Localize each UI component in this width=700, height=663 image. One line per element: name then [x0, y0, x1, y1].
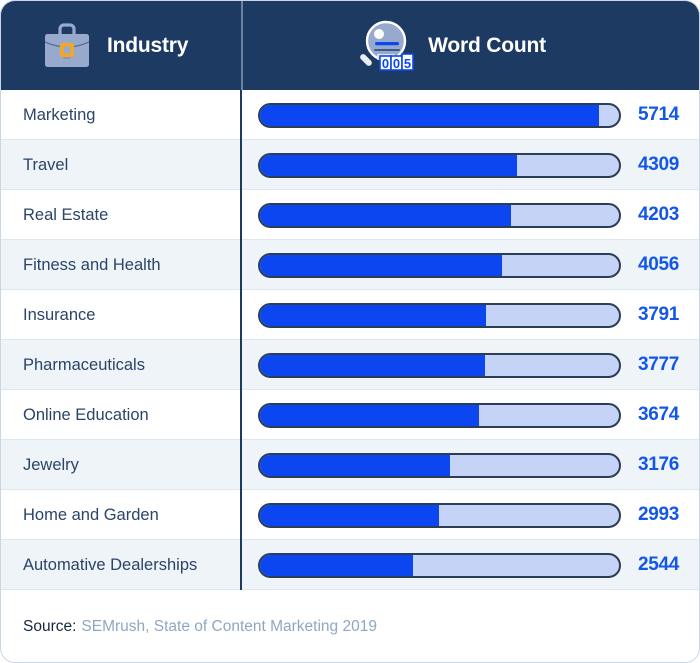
word-count-bar-cell: 3777	[241, 352, 699, 378]
table-row: Marketing 5714	[1, 90, 699, 140]
industry-label: Home and Garden	[23, 505, 159, 524]
word-count-value: 2993	[638, 504, 680, 525]
bar-track	[258, 252, 621, 278]
bar-track	[258, 102, 621, 128]
bar-fill	[260, 104, 600, 126]
svg-text:0: 0	[382, 56, 389, 71]
bar-fill	[260, 504, 440, 526]
word-count-value: 4056	[638, 254, 680, 275]
column-divider	[240, 90, 242, 590]
header-label-word-count: Word Count	[428, 33, 546, 57]
word-count-value: 5714	[638, 104, 680, 125]
bar-fill	[260, 554, 414, 576]
bar-track	[258, 352, 621, 378]
table-header: Industry 0 0 5 Word Count	[1, 1, 699, 90]
industry-label: Insurance	[23, 305, 96, 324]
word-count-bar-cell: 3674	[241, 402, 699, 428]
word-count-bar-cell: 5714	[241, 102, 699, 128]
word-count-value: 3674	[638, 404, 680, 425]
table-row: Online Education 3674	[1, 390, 699, 440]
svg-text:5: 5	[404, 56, 411, 71]
word-count-chart-card: Industry 0 0 5 Word Count Marketing 5714…	[0, 0, 700, 663]
magnifier-word-counter-icon: 0 0 5	[354, 18, 414, 74]
table-row: Jewelry 3176	[1, 440, 699, 490]
table-row: Travel 4309	[1, 140, 699, 190]
bar-fill	[260, 254, 502, 276]
word-count-bar-cell: 4309	[241, 152, 699, 178]
table-row: Home and Garden 2993	[1, 490, 699, 540]
table-row: Real Estate 4203	[1, 190, 699, 240]
industry-label: Fitness and Health	[23, 255, 161, 274]
word-count-value: 4203	[638, 204, 680, 225]
industry-label: Real Estate	[23, 205, 109, 224]
source-label: Source:	[23, 617, 77, 635]
industry-label: Marketing	[23, 105, 96, 124]
bar-fill	[260, 204, 511, 226]
table-row: Pharmaceuticals 3777	[1, 340, 699, 390]
word-count-bar-cell: 2544	[241, 552, 699, 578]
briefcase-icon	[41, 21, 93, 71]
industry-label: Automative Dealerships	[23, 555, 198, 574]
bar-fill	[260, 454, 450, 476]
word-count-bar-cell: 4056	[241, 252, 699, 278]
data-rows: Marketing 5714 Travel 4309 Real Estate 4203 Fi…	[1, 90, 699, 590]
word-count-bar-cell: 3791	[241, 302, 699, 328]
bar-fill	[260, 304, 487, 326]
header-cell-industry: Industry	[1, 1, 241, 90]
industry-label: Pharmaceuticals	[23, 355, 145, 374]
word-count-value: 4309	[638, 154, 680, 175]
word-count-value: 3176	[638, 454, 680, 475]
header-cell-word-count: 0 0 5 Word Count	[241, 1, 699, 90]
bar-fill	[260, 154, 517, 176]
word-count-bar-cell: 2993	[241, 502, 699, 528]
bar-track	[258, 152, 621, 178]
svg-text:0: 0	[393, 56, 400, 71]
bar-track	[258, 452, 621, 478]
bar-track	[258, 302, 621, 328]
word-count-value: 3777	[638, 354, 680, 375]
bar-track	[258, 502, 621, 528]
word-count-bar-cell: 3176	[241, 452, 699, 478]
table-row: Insurance 3791	[1, 290, 699, 340]
bar-track	[258, 552, 621, 578]
table-row: Automative Dealerships 2544	[1, 540, 699, 590]
industry-label: Travel	[23, 155, 69, 174]
bar-track	[258, 402, 621, 428]
bar-fill	[260, 354, 486, 376]
source-text: SEMrush, State of Content Marketing 2019	[81, 617, 377, 635]
bar-fill	[260, 404, 480, 426]
word-count-value: 3791	[638, 304, 680, 325]
header-label-industry: Industry	[107, 33, 189, 57]
source-footer: Source: SEMrush, State of Content Market…	[1, 590, 699, 662]
word-count-bar-cell: 4203	[241, 202, 699, 228]
table-row: Fitness and Health 4056	[1, 240, 699, 290]
industry-label: Jewelry	[23, 455, 79, 474]
header-column-divider	[241, 1, 243, 90]
bar-track	[258, 202, 621, 228]
word-count-value: 2544	[638, 554, 680, 575]
industry-label: Online Education	[23, 405, 149, 424]
